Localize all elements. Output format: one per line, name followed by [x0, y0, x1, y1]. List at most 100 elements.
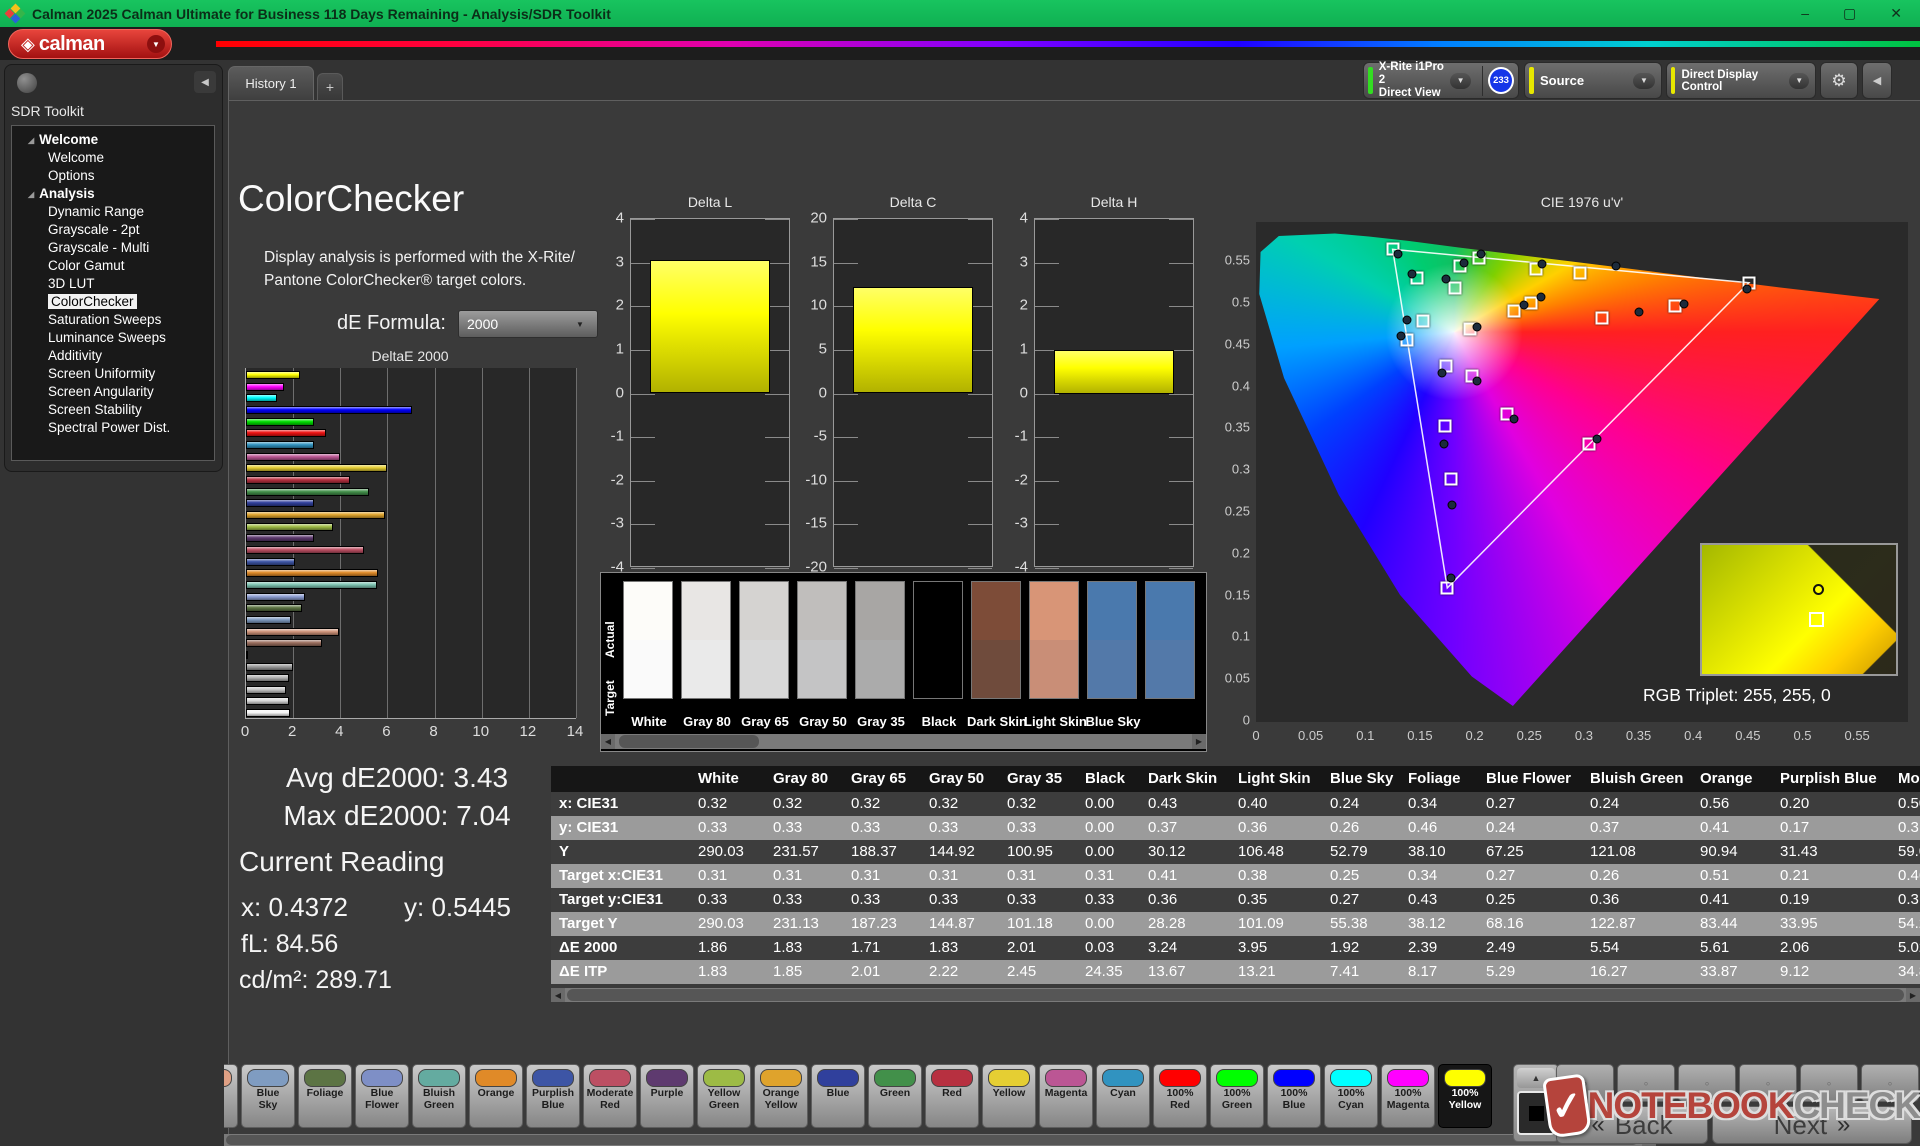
- close-button[interactable]: ✕: [1890, 5, 1902, 22]
- patch-button-purple[interactable]: Purple: [640, 1064, 694, 1128]
- target-marker: [1439, 419, 1452, 432]
- scroll-left-icon[interactable]: ◀: [601, 734, 615, 749]
- patch-button-green[interactable]: Green: [868, 1064, 922, 1128]
- sidebar-item-saturation-sweeps[interactable]: Saturation Sweeps: [12, 311, 214, 329]
- table-cell: 0.00: [1077, 816, 1140, 840]
- table-scrollbar[interactable]: ◀ ▶: [551, 988, 1920, 1002]
- back-button[interactable]: « Back: [1556, 1106, 1708, 1144]
- patch-button-magenta[interactable]: Magenta: [1039, 1064, 1093, 1128]
- display-control-dropdown[interactable]: Direct Display Control ▼: [1666, 62, 1816, 99]
- patch-button-cyan[interactable]: Cyan: [1096, 1064, 1150, 1128]
- table-cell: 0.26: [1322, 816, 1400, 840]
- sidebar-collapse-button[interactable]: ◀: [194, 71, 216, 93]
- sidebar-item-additivity[interactable]: Additivity: [12, 347, 214, 365]
- sidebar-item-color-gamut[interactable]: Color Gamut: [12, 257, 214, 275]
- next-button[interactable]: Next »: [1712, 1106, 1912, 1144]
- settings-button[interactable]: ⚙: [1820, 62, 1858, 99]
- patch-button-100-yellow[interactable]: 100% Yellow: [1438, 1064, 1492, 1128]
- sidebar-item-spectral-power-dist-[interactable]: Spectral Power Dist.: [12, 419, 214, 437]
- calman-logo-text: calman: [39, 34, 105, 54]
- patch-button-orange-yellow[interactable]: Orange Yellow: [754, 1064, 808, 1128]
- meter-dropdown[interactable]: X-Rite i1Pro 2 Direct View ▼ 233: [1363, 62, 1519, 99]
- sidebar-orb-button[interactable]: [17, 73, 37, 93]
- table-cell: 290.03: [690, 912, 765, 936]
- table-cell: 0.33: [921, 816, 999, 840]
- patch-label: Bluish Green: [413, 1088, 465, 1111]
- transport-button-1[interactable]: ◦: [1556, 1064, 1614, 1102]
- sidebar-item-luminance-sweeps[interactable]: Luminance Sweeps: [12, 329, 214, 347]
- transport-button-4[interactable]: ◦: [1739, 1064, 1797, 1102]
- expand-up-button[interactable]: ▲: [1517, 1068, 1555, 1088]
- table-row-label: x: CIE31: [551, 792, 690, 816]
- patch-button-100-green[interactable]: 100% Green: [1210, 1064, 1264, 1128]
- patch-color: [1273, 1069, 1315, 1087]
- sidebar-item-grayscale-2pt[interactable]: Grayscale - 2pt: [12, 221, 214, 239]
- transport-button-6[interactable]: ◦: [1861, 1064, 1919, 1102]
- sidebar-item-analysis[interactable]: ◢Analysis: [12, 185, 214, 203]
- patch-button-purplish-blue[interactable]: Purplish Blue: [526, 1064, 580, 1128]
- measured-marker: [1634, 308, 1643, 317]
- sidebar-item-screen-angularity[interactable]: Screen Angularity: [12, 383, 214, 401]
- scroll-right-icon[interactable]: ▶: [1192, 734, 1206, 749]
- sidebar-item-grayscale-multi[interactable]: Grayscale - Multi: [12, 239, 214, 257]
- patch-button-foliage[interactable]: Foliage: [298, 1064, 352, 1128]
- patch-button-blue[interactable]: Blue: [811, 1064, 865, 1128]
- scroll-right-icon[interactable]: ▶: [1906, 988, 1920, 1002]
- swatch-scrollbar[interactable]: ◀ ▶: [601, 734, 1206, 749]
- panel-collapse-button[interactable]: ◀: [1862, 62, 1892, 99]
- table-cell: 0.27: [1478, 792, 1582, 816]
- maximize-button[interactable]: ▢: [1843, 5, 1856, 22]
- patch-color: [1216, 1069, 1258, 1087]
- patch-button-blue-flower[interactable]: Blue Flower: [355, 1064, 409, 1128]
- table-cell: 0.34: [1400, 792, 1478, 816]
- swatch-label: Gray 50: [792, 714, 854, 729]
- patch-button-100-blue[interactable]: 100% Blue: [1267, 1064, 1321, 1128]
- patch-button-moderate-red[interactable]: Moderate Red: [583, 1064, 637, 1128]
- table-cell: 1.86: [690, 936, 765, 960]
- patch-button-yellow[interactable]: Yellow: [982, 1064, 1036, 1128]
- calman-menu-button[interactable]: ◈ calman ▼: [8, 29, 172, 59]
- sidebar-item-screen-stability[interactable]: Screen Stability: [12, 401, 214, 419]
- table-cell: 67.25: [1478, 840, 1582, 864]
- transport-button-5[interactable]: ◦: [1800, 1064, 1858, 1102]
- chevron-down-icon: ▼: [1789, 73, 1809, 89]
- sidebar-item-screen-uniformity[interactable]: Screen Uniformity: [12, 365, 214, 383]
- de-formula-select[interactable]: 2000 ▼: [458, 310, 598, 338]
- meter-count-badge[interactable]: 233: [1488, 67, 1514, 94]
- table-cell: 0.31: [690, 864, 765, 888]
- tab-history-1[interactable]: History 1: [228, 66, 314, 100]
- patch-scrollbar[interactable]: ▶: [224, 1134, 1656, 1146]
- patch-button-yellow-green[interactable]: Yellow Green: [697, 1064, 751, 1128]
- tab-add-button[interactable]: +: [317, 73, 343, 100]
- table-header-cell: Gray 80: [765, 766, 843, 792]
- patch-button-100-cyan[interactable]: 100% Cyan: [1324, 1064, 1378, 1128]
- transport-button-2[interactable]: ◦: [1617, 1064, 1675, 1102]
- sidebar-item-colorchecker[interactable]: ColorChecker: [12, 293, 214, 311]
- table-row: ΔE ITP1.831.852.012.222.4524.3513.6713.2…: [551, 960, 1920, 984]
- minimize-button[interactable]: –: [1801, 5, 1809, 22]
- table-cell: 0.37: [1582, 816, 1692, 840]
- sidebar-item-3d-lut[interactable]: 3D LUT: [12, 275, 214, 293]
- patch-button-orange[interactable]: Orange: [469, 1064, 523, 1128]
- sidebar-item-options[interactable]: Options: [12, 167, 214, 185]
- patch-label: 100% Red: [1154, 1088, 1206, 1111]
- patch-button-100-red[interactable]: 100% Red: [1153, 1064, 1207, 1128]
- sidebar-item-welcome[interactable]: Welcome: [12, 149, 214, 167]
- patch-button-blue-sky[interactable]: Blue Sky: [241, 1064, 295, 1128]
- patch-button-red[interactable]: Red: [925, 1064, 979, 1128]
- patch-color: [361, 1069, 403, 1087]
- table-header-cell: Purplish Blue: [1772, 766, 1890, 792]
- table-cell: 0.43: [1400, 888, 1478, 912]
- patch-button-bluish-green[interactable]: Bluish Green: [412, 1064, 466, 1128]
- transport-button-3[interactable]: ◦: [1678, 1064, 1736, 1102]
- patch-button-light-skin[interactable]: Light Skin: [224, 1064, 238, 1128]
- delta-value-bar: [853, 287, 973, 393]
- sidebar-item-dynamic-range[interactable]: Dynamic Range: [12, 203, 214, 221]
- patch-color: [475, 1069, 517, 1087]
- stop-button[interactable]: [1517, 1091, 1555, 1135]
- sidebar-item-welcome[interactable]: ◢Welcome: [12, 131, 214, 149]
- source-dropdown[interactable]: Source ▼: [1524, 62, 1662, 99]
- scroll-left-icon[interactable]: ◀: [551, 988, 565, 1002]
- table-cell: 122.87: [1582, 912, 1692, 936]
- patch-button-100-magenta[interactable]: 100% Magenta: [1381, 1064, 1435, 1128]
